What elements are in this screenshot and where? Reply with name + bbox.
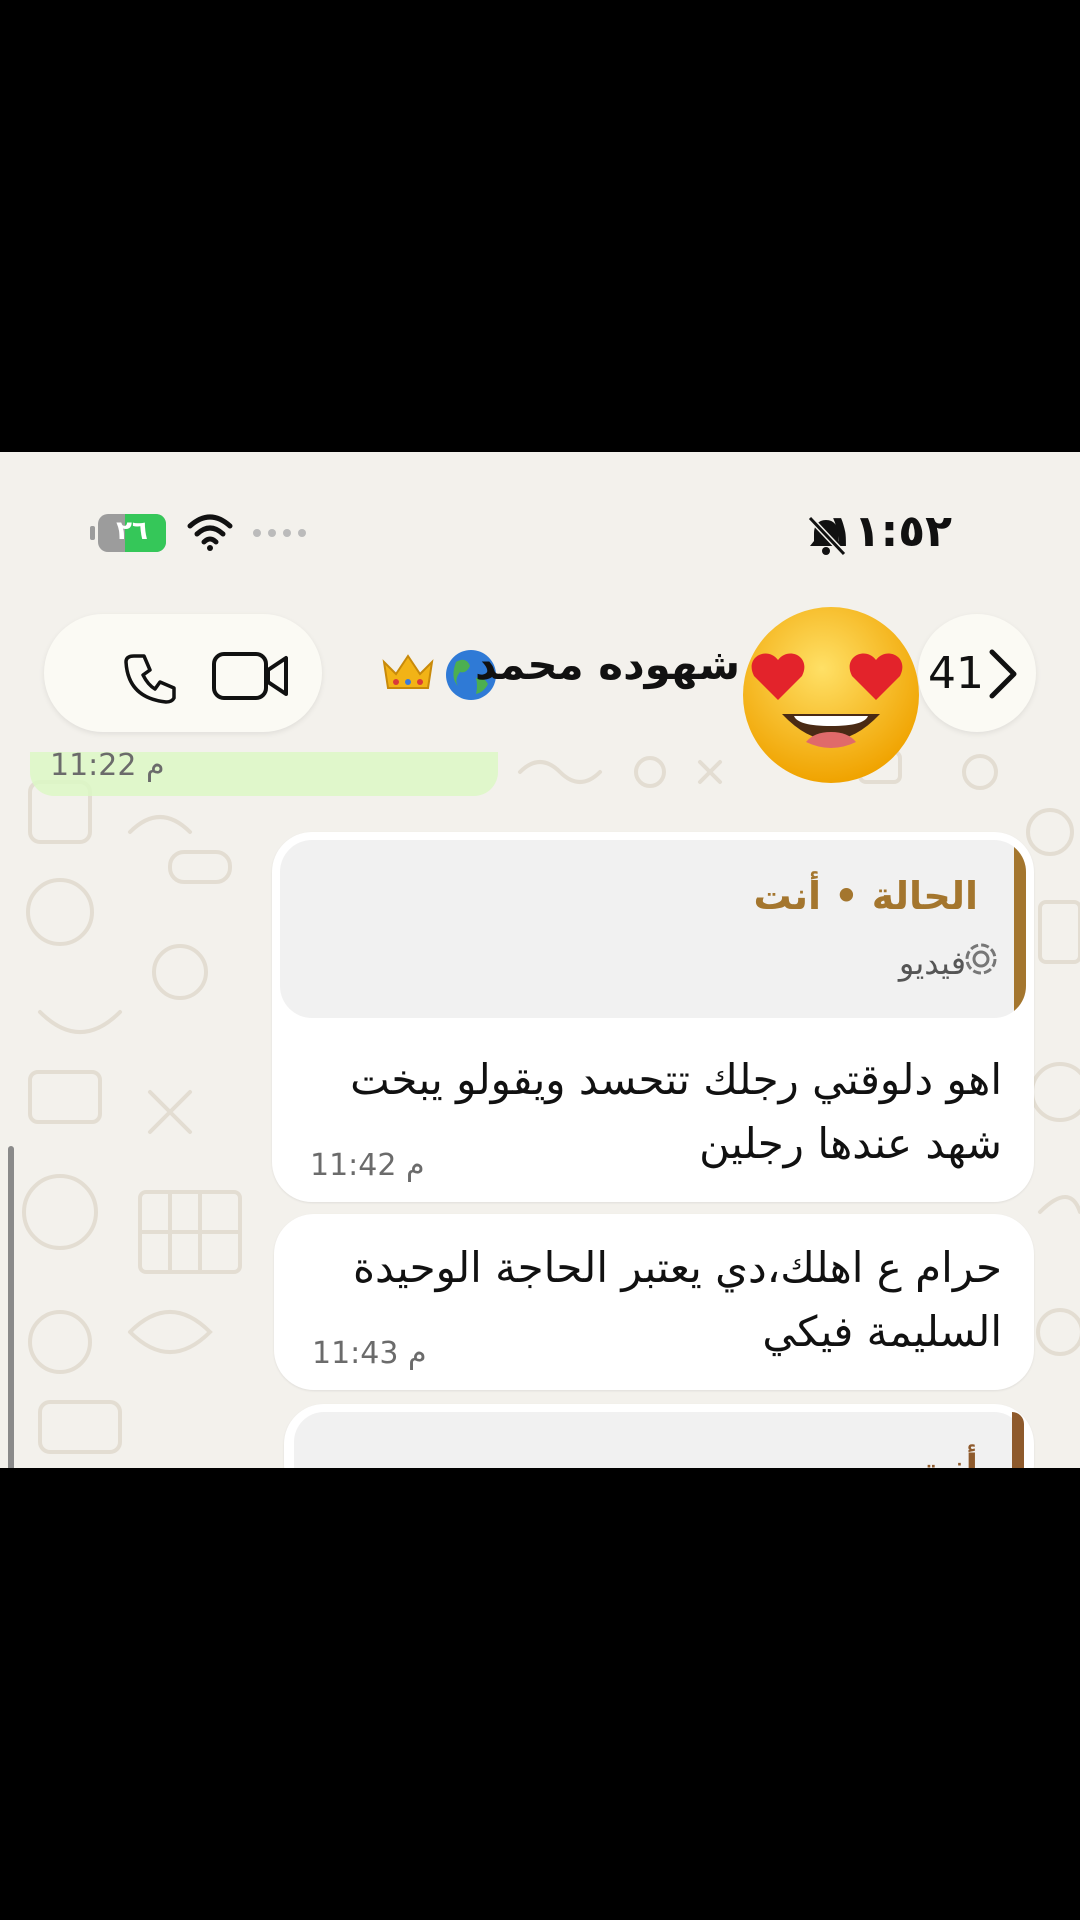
signal-icon xyxy=(253,529,306,537)
chat-screen: ١١:٥٢ ٢٦ شهوده محمد 41 11:22 م الحالة • … xyxy=(0,452,1080,1468)
message-time: 11:43 م xyxy=(312,1336,427,1371)
phone-icon[interactable] xyxy=(124,650,180,706)
quote-subtitle: فيديو xyxy=(898,944,966,982)
quote-title: أنت xyxy=(914,1448,978,1468)
chevron-right-icon xyxy=(989,649,1017,699)
battery-cap xyxy=(90,526,95,540)
call-actions xyxy=(44,614,322,732)
status-reply-quote[interactable]: الحالة • أنت فيديو xyxy=(280,840,1026,1018)
scroll-indicator[interactable] xyxy=(8,1146,14,1468)
battery-indicator: ٢٦ xyxy=(98,514,166,552)
contact-name[interactable]: شهوده محمد xyxy=(475,640,740,689)
message-bubble[interactable]: حرام ع اهلك،دي يعتبر الحاجة الوحيدة السل… xyxy=(274,1214,1034,1390)
heart-eyes-emoji-icon xyxy=(743,607,919,783)
unread-count: 41 xyxy=(928,648,984,699)
back-button[interactable]: 41 xyxy=(918,614,1036,732)
quote-accent-bar xyxy=(1014,840,1026,1018)
message-bubble[interactable]: الحالة • أنت فيديو اهو دلوقتي رجلك تتحسد… xyxy=(272,832,1034,1202)
wifi-icon xyxy=(187,514,233,551)
previous-message-time: 11:22 م xyxy=(50,748,165,783)
message-time: 11:42 م xyxy=(310,1148,425,1183)
quote-accent-bar xyxy=(1012,1412,1024,1468)
message-bubble[interactable]: أنت xyxy=(284,1404,1034,1468)
status-ring-icon xyxy=(965,943,997,975)
silent-bell-icon xyxy=(807,515,847,557)
video-call-icon[interactable] xyxy=(212,650,290,702)
crown-emoji-icon xyxy=(382,654,434,689)
quote-title: الحالة • أنت xyxy=(753,874,978,918)
battery-percent: ٢٦ xyxy=(116,516,148,546)
